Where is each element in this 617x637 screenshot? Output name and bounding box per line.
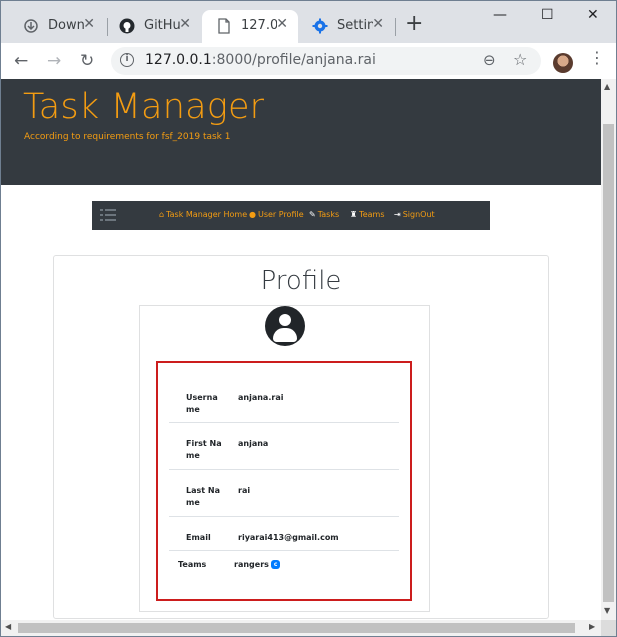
team-icon: ♜ — [350, 210, 358, 219]
field-value: anjana — [238, 439, 269, 448]
maximize-button[interactable]: ☐ — [541, 7, 554, 23]
browser-menu-icon[interactable]: ⋮ — [589, 50, 605, 66]
table-row: Email riyarai413@gmail.com — [169, 517, 399, 551]
tab-strip: Downloads ✕ GitHub ✕ 127.0.0.1:8000/prof… — [1, 1, 616, 43]
user-avatar-icon — [265, 306, 305, 346]
field-label: Username — [186, 393, 218, 414]
team-badge: c — [270, 560, 281, 569]
reload-icon[interactable]: ↻ — [80, 51, 94, 71]
profile-avatar[interactable] — [553, 53, 573, 73]
address-bar[interactable]: i 127.0.0.1:8000/profile/anjana.rai ⊖ ☆ — [111, 47, 541, 75]
bookmark-star-icon[interactable]: ☆ — [513, 50, 527, 69]
nav-teams-link[interactable]: ♜ Teams — [350, 210, 384, 219]
page-icon — [218, 18, 230, 34]
scroll-down-arrow-icon[interactable]: ▼ — [604, 606, 610, 615]
main-navbar: ⌂ Task Manager Home ● User Profile ✎ Tasks … — [92, 201, 490, 230]
close-tab-icon[interactable]: ✕ — [179, 16, 191, 32]
github-icon — [119, 18, 135, 34]
minimize-button[interactable]: — — [493, 7, 507, 23]
tab-label: Settings — [337, 18, 373, 33]
home-icon: ⌂ — [159, 210, 165, 219]
brand-title: Task Manager — [23, 87, 265, 127]
horizontal-scrollbar[interactable]: ◀ ▶ — [1, 620, 601, 636]
scroll-up-arrow-icon[interactable]: ▲ — [604, 82, 610, 91]
tab-label: 127.0.0.1:8000/profile/anjana.rai — [241, 18, 277, 33]
nav-signout-link[interactable]: ⇥ SignOut — [394, 210, 435, 219]
teams-label: Teams — [178, 560, 207, 569]
tab-settings[interactable]: Settings ✕ — [298, 10, 394, 43]
user-icon: ● — [249, 210, 256, 219]
close-window-button[interactable]: ✕ — [587, 7, 599, 23]
edit-icon: ✎ — [309, 210, 316, 219]
site-header: Task Manager According to requirements f… — [1, 79, 601, 185]
table-row: Username anjana.rai — [169, 363, 399, 423]
forward-arrow-icon[interactable]: → — [47, 51, 61, 71]
page-viewport: Task Manager According to requirements f… — [1, 79, 601, 620]
scrollbar-corner — [601, 620, 616, 636]
nav-home-link[interactable]: ⌂ Task Manager Home — [159, 210, 247, 219]
scroll-right-arrow-icon[interactable]: ▶ — [589, 622, 595, 631]
profile-card: Profile Username anjana.rai First Name a… — [53, 255, 549, 619]
zoom-icon[interactable]: ⊖ — [483, 51, 496, 69]
download-icon — [24, 19, 38, 33]
tab-label: GitHub — [144, 18, 180, 33]
signout-icon: ⇥ — [394, 210, 401, 219]
back-arrow-icon[interactable]: ← — [14, 51, 28, 71]
field-value: riyarai413@gmail.com — [238, 533, 339, 542]
horizontal-scroll-thumb[interactable] — [18, 623, 575, 633]
tab-github[interactable]: GitHub ✕ — [105, 10, 201, 43]
team-name[interactable]: rangers — [234, 560, 269, 569]
tab-downloads[interactable]: Downloads ✕ — [9, 10, 105, 43]
page-title: Profile — [260, 266, 342, 296]
tab-label: Downloads — [48, 18, 84, 33]
table-row: Last Name rai — [169, 470, 399, 517]
close-tab-icon[interactable]: ✕ — [276, 16, 288, 32]
profile-inner-card: Username anjana.rai First Name anjana La… — [139, 305, 430, 612]
menu-toggler-icon[interactable] — [100, 208, 116, 222]
brand-tagline: According to requirements for fsf_2019 t… — [24, 132, 231, 142]
url-text[interactable]: 127.0.0.1:8000/profile/anjana.rai — [145, 52, 376, 68]
field-label: Last Name — [186, 486, 220, 507]
scroll-left-arrow-icon[interactable]: ◀ — [5, 622, 11, 631]
vertical-scrollbar[interactable]: ▲ ▼ — [601, 79, 616, 620]
tab-separator — [395, 18, 396, 36]
vertical-scroll-thumb[interactable] — [603, 124, 614, 602]
field-label: Email — [186, 533, 211, 542]
browser-window: Downloads ✕ GitHub ✕ 127.0.0.1:8000/prof… — [0, 0, 617, 637]
profile-details-table: Username anjana.rai First Name anjana La… — [156, 361, 412, 601]
nav-profile-link[interactable]: ● User Profile — [249, 210, 304, 219]
field-label: First Name — [186, 439, 222, 460]
close-tab-icon[interactable]: ✕ — [83, 16, 95, 32]
tab-profile[interactable]: 127.0.0.1:8000/profile/anjana.rai ✕ — [202, 10, 298, 43]
close-tab-icon[interactable]: ✕ — [372, 16, 384, 32]
team-entry: rangers c — [234, 559, 281, 571]
new-tab-button[interactable]: + — [405, 13, 423, 35]
nav-tasks-link[interactable]: ✎ Tasks — [309, 210, 339, 219]
field-value: anjana.rai — [238, 393, 284, 402]
field-value: rai — [238, 486, 251, 495]
table-row: First Name anjana — [169, 423, 399, 470]
site-info-icon[interactable]: i — [120, 53, 134, 67]
gear-icon — [312, 18, 328, 34]
browser-toolbar: ← → ↻ i 127.0.0.1:8000/profile/anjana.ra… — [1, 43, 616, 80]
